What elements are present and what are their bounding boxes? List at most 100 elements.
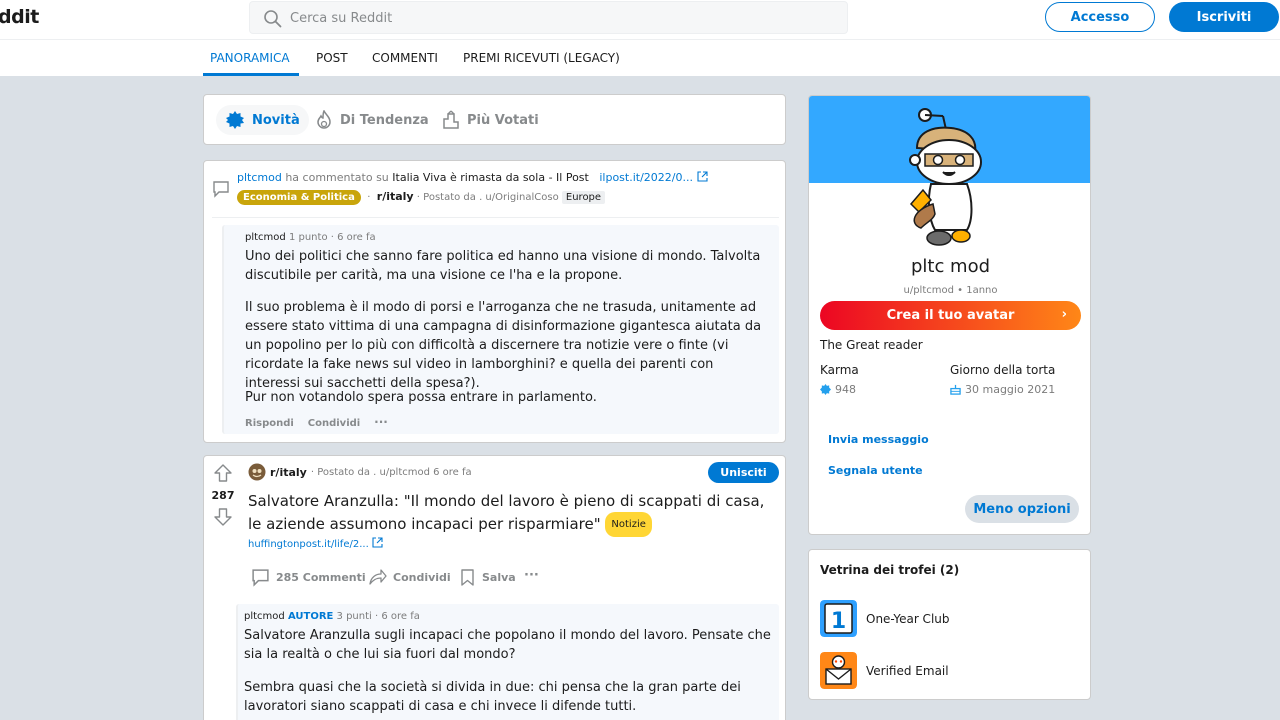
comment-author-link[interactable]: pltcmod: [237, 171, 282, 184]
trophy-item[interactable]: 1 One-Year Club: [820, 600, 950, 637]
reply-button[interactable]: Rispondi: [245, 418, 294, 429]
comment-points: 3 punti: [336, 611, 372, 622]
signup-button[interactable]: Iscriviti: [1169, 2, 1279, 32]
divider: [212, 217, 779, 218]
more-options-button[interactable]: ···: [524, 568, 539, 583]
share-button[interactable]: Condividi: [368, 568, 451, 587]
post-feed-item[interactable]: 287 r/italy · Postato da . u/pltcmod 6 o…: [203, 455, 786, 720]
cake-icon: [950, 384, 961, 395]
svg-text:1: 1: [831, 609, 846, 634]
profile-display-name: pltc mod: [910, 256, 991, 277]
join-button[interactable]: Unisciti: [708, 462, 779, 483]
comment-feed-item[interactable]: pltcmod ha commentato su Italia Viva è r…: [203, 160, 786, 443]
post-title-link[interactable]: Italia Viva è rimasta da sola - Il Post: [392, 171, 589, 184]
sort-top-label: Più Votati: [467, 112, 539, 128]
chevron-right-icon: ›: [1061, 307, 1067, 322]
comment-points: 1 punto: [288, 232, 328, 243]
search-input[interactable]: [290, 8, 830, 28]
trophy-item[interactable]: Verified Email: [820, 652, 949, 689]
share-icon: [369, 569, 387, 585]
karma-icon: [820, 384, 831, 395]
bookmark-icon: [461, 569, 474, 586]
user-flair-chip: Europe: [561, 191, 606, 204]
comment-context-line: pltcmod ha commentato su Italia Viva è r…: [237, 171, 708, 184]
tab-comments[interactable]: COMMENTI: [372, 51, 438, 65]
share-button[interactable]: Condividi: [308, 418, 360, 429]
post-meta-line: Economia & Politica · r/italy · Postato …: [237, 190, 606, 205]
comments-label: 285 Commenti: [276, 571, 366, 584]
comment-body-box[interactable]: pltcmod 1 punto · 6 ore fa Uno dei polit…: [222, 225, 779, 434]
snoo-avatar: [909, 108, 982, 246]
profile-tabs: PANORAMICA POST COMMENTI PREMI RICEVUTI …: [0, 40, 1280, 76]
external-link-icon[interactable]: [696, 171, 708, 182]
subreddit-link[interactable]: r/italy: [270, 466, 307, 479]
comment-paragraph-3: Pur non votandolo spera possa entrare in…: [245, 390, 597, 405]
one-year-club-icon: 1: [820, 600, 857, 637]
top-icon: [443, 110, 459, 129]
trophy-case-title: Vetrina dei trofei (2): [820, 563, 960, 577]
verified-email-icon: [820, 652, 857, 689]
comments-button[interactable]: 285 Commenti: [251, 568, 366, 587]
cake-day-label: Giorno della torta: [950, 363, 1056, 377]
vote-count: 287: [211, 489, 235, 502]
comment-body-box[interactable]: pltcmod AUTORE 3 punti · 6 ore fa Salvat…: [236, 604, 779, 720]
create-avatar-label: Crea il tuo avatar: [886, 308, 1015, 323]
new-icon: [226, 111, 244, 129]
top-bar: ddit Accesso Iscriviti: [0, 0, 1280, 40]
upvote-icon[interactable]: [213, 463, 233, 483]
downvote-icon[interactable]: [213, 507, 233, 527]
comment-icon: [213, 181, 229, 198]
sort-trending-button[interactable]: Di Tendenza: [306, 105, 438, 135]
profile-card: pltc mod u/pltcmod • 1anno Crea il tuo a…: [808, 95, 1091, 535]
comment-author[interactable]: pltcmod: [245, 232, 286, 243]
post-flair[interactable]: Economia & Politica: [237, 190, 361, 205]
tab-posts[interactable]: POST: [316, 51, 348, 65]
author-badge: AUTORE: [287, 611, 334, 622]
trophy-name: One-Year Club: [866, 611, 950, 626]
tab-overview[interactable]: PANORAMICA: [210, 51, 290, 65]
comment-icon: [252, 569, 269, 587]
comment-paragraph-2: Il suo problema è il modo di porsi e l'a…: [245, 300, 762, 391]
send-message-link[interactable]: Invia messaggio: [828, 433, 929, 446]
active-tab-indicator: [203, 73, 299, 76]
external-link[interactable]: huffingtonpost.it/life/2...: [248, 539, 369, 550]
more-options-label: ···: [524, 568, 539, 583]
post-flair[interactable]: Notizie: [605, 512, 652, 537]
cake-day-value: 30 maggio 2021: [965, 383, 1056, 396]
reddit-logo[interactable]: ddit: [0, 6, 39, 28]
external-link-icon[interactable]: [372, 537, 383, 548]
less-options-button[interactable]: Meno opzioni: [965, 495, 1079, 523]
subreddit-link[interactable]: r/italy: [377, 190, 414, 203]
sort-new-label: Novità: [252, 112, 300, 128]
cake-day-stat: 30 maggio 2021: [950, 383, 1055, 396]
profile-description: The Great reader: [820, 338, 923, 352]
external-link[interactable]: ilpost.it/2022/0...: [599, 171, 693, 184]
share-label: Condividi: [393, 571, 451, 584]
comment-header: pltcmod AUTORE 3 punti · 6 ore fa: [244, 611, 420, 622]
flame-icon: [317, 110, 331, 129]
post-link-line: huffingtonpost.it/life/2...: [248, 537, 383, 550]
search-bar[interactable]: [249, 1, 848, 34]
comment-paragraph-1: Salvatore Aranzulla sugli incapaci che p…: [244, 628, 771, 662]
post-title[interactable]: Salvatore Aranzulla: "Il mondo del lavor…: [248, 491, 778, 537]
karma-label: Karma: [820, 363, 859, 377]
save-label: Salva: [482, 571, 516, 584]
tab-awards[interactable]: PREMI RICEVUTI (LEGACY): [463, 51, 620, 65]
save-button[interactable]: Salva: [459, 568, 516, 587]
post-meta-line: r/italy · Postato da . u/pltcmod 6 ore f…: [248, 463, 472, 481]
more-options-button[interactable]: ···: [374, 415, 388, 429]
comment-paragraph-1: Uno dei politici che sanno fare politica…: [245, 249, 761, 283]
login-button[interactable]: Accesso: [1045, 2, 1155, 32]
create-avatar-button[interactable]: Crea il tuo avatar ›: [820, 301, 1081, 330]
post-title-text[interactable]: Salvatore Aranzulla: "Il mondo del lavor…: [248, 492, 764, 533]
comment-author[interactable]: pltcmod: [244, 611, 285, 622]
sort-new-button[interactable]: Novità: [216, 105, 309, 135]
subreddit-icon[interactable]: [248, 463, 266, 481]
report-user-link[interactable]: Segnala utente: [828, 464, 923, 477]
karma-stat: 948: [820, 383, 856, 396]
posted-by-text: · Postato da . u/pltcmod 6 ore fa: [310, 466, 472, 478]
karma-value: 948: [835, 383, 856, 396]
comment-paragraph-2: Sembra quasi che la società si divida in…: [244, 680, 741, 714]
sort-bar: Novità Di Tendenza Più Votati: [203, 94, 786, 145]
sort-top-button[interactable]: Più Votati: [433, 105, 548, 135]
